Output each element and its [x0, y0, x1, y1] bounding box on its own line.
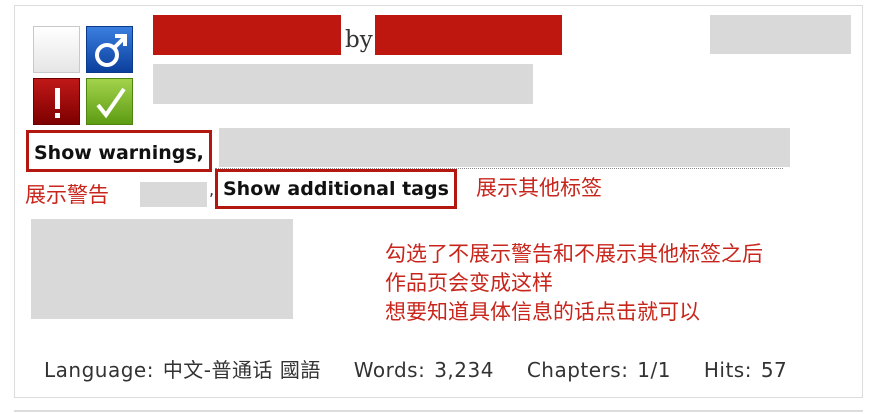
language-label: Language: — [44, 358, 154, 382]
author-link-redacted[interactable] — [375, 15, 562, 55]
complete-check-icon[interactable] — [86, 78, 133, 125]
fandom-link-redacted[interactable] — [153, 64, 533, 104]
rating-blank-icon[interactable] — [33, 26, 80, 73]
hits-value: 57 — [760, 358, 788, 382]
chapters-label: Chapters: — [526, 358, 629, 382]
date-redacted — [710, 15, 851, 54]
relationship-tags-redacted[interactable] — [219, 128, 790, 167]
annotation-note-line: 作品页会变成这样 — [385, 271, 553, 295]
annotation-show-warnings: 展示警告 — [25, 183, 109, 207]
show-warnings-button[interactable]: Show warnings, — [26, 130, 212, 172]
annotation-note-line: 勾选了不展示警告和不展示其他标签之后 — [385, 242, 763, 266]
words-value: 3,234 — [434, 358, 494, 382]
next-blurb-divider — [14, 410, 863, 412]
language-value: 中文-普通话 國語 — [162, 358, 321, 382]
annotation-note-line: 想要知道具体信息的话点击就可以 — [385, 300, 700, 324]
annotation-note: 勾选了不展示警告和不展示其他标签之后 作品页会变成这样 想要知道具体信息的话点击… — [385, 240, 763, 327]
words-label: Words: — [353, 358, 426, 382]
by-label: by — [345, 27, 373, 53]
show-additional-tags-button[interactable]: Show additional tags — [215, 169, 457, 209]
tag-separator: , — [209, 180, 215, 199]
annotation-show-tags: 展示其他标签 — [476, 176, 602, 200]
work-stats: Language: 中文-普通话 國語 Words: 3,234 Chapter… — [44, 354, 789, 383]
hits-label: Hits: — [703, 358, 752, 382]
tag-fragment-redacted — [140, 182, 207, 207]
warning-icon[interactable] — [33, 78, 80, 125]
summary-redacted — [31, 219, 293, 319]
male-category-icon[interactable] — [86, 26, 133, 73]
work-title-link-redacted[interactable] — [153, 15, 341, 55]
chapters-value: 1/1 — [637, 358, 671, 382]
